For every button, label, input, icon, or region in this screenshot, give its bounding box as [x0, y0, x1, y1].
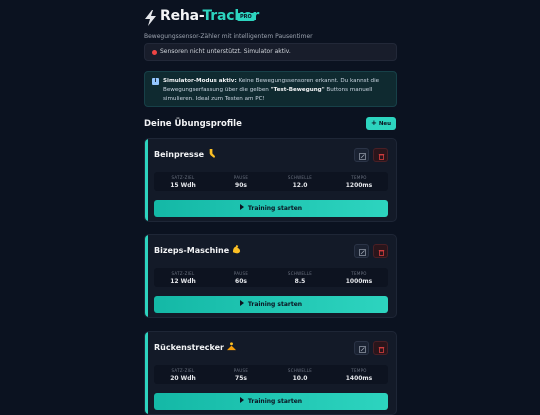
profile-name: Bizeps-Maschine — [154, 245, 241, 255]
profile-stats: SATZ-ZIEL 20 Wdh PAUSE 75s SCHWELLE 10.0 TE… — [154, 365, 388, 384]
profile-card: Rückenstrecker SATZ-ZIEL 20 Wdh PAUSE 75s … — [144, 331, 397, 415]
start-training-button[interactable]: Training starten — [154, 200, 388, 217]
delete-profile-button[interactable] — [373, 341, 388, 355]
stat-value: 12.0 — [292, 182, 308, 189]
sensor-alert: Sensoren nicht unterstützt. Simulator ak… — [144, 43, 397, 61]
stat-threshold: SCHWELLE 8.5 — [271, 271, 329, 285]
stat-pause: PAUSE 75s — [212, 368, 270, 382]
stat-label: SCHWELLE — [287, 271, 313, 276]
stat-label: PAUSE — [233, 175, 249, 180]
status-dot-icon — [152, 50, 157, 55]
edit-profile-button[interactable] — [354, 148, 369, 162]
plus-icon: + — [370, 119, 377, 127]
flexed-biceps-icon — [233, 245, 241, 254]
start-training-button[interactable]: Training starten — [154, 393, 388, 410]
stat-value: 12 Wdh — [170, 278, 196, 285]
person-lotus-icon — [227, 342, 236, 351]
profiles-section-title: Deine Übungsprofile — [144, 119, 242, 129]
simulator-info-text: Simulator-Modus aktiv: Keine Bewegungsse… — [163, 78, 380, 102]
stat-value: 20 Wdh — [170, 375, 196, 382]
stat-pause: PAUSE 90s — [212, 175, 270, 189]
play-icon — [239, 300, 244, 306]
stat-label: PAUSE — [233, 271, 249, 276]
new-profile-button[interactable]: + Neu — [366, 117, 396, 130]
pencil-icon — [359, 345, 366, 353]
stat-value: 1200ms — [345, 182, 373, 189]
stat-value: 10.0 — [292, 375, 308, 382]
lightning-icon — [145, 10, 156, 26]
stat-label: PAUSE — [233, 368, 249, 373]
profile-stats: SATZ-ZIEL 15 Wdh PAUSE 90s SCHWELLE 12.0 TE… — [154, 172, 388, 191]
stat-sets: SATZ-ZIEL 12 Wdh — [154, 271, 212, 285]
profile-stats: SATZ-ZIEL 12 Wdh PAUSE 60s SCHWELLE 8.5 TEM… — [154, 268, 388, 287]
stat-value: 1000ms — [345, 278, 373, 285]
pencil-icon — [359, 248, 366, 256]
stat-sets: SATZ-ZIEL 20 Wdh — [154, 368, 212, 382]
card-accent-edge — [145, 332, 148, 414]
stat-label: SATZ-ZIEL — [171, 271, 195, 276]
play-icon — [239, 204, 244, 210]
leg-icon — [209, 149, 216, 158]
trash-icon — [378, 153, 385, 160]
stat-label: TEMPO — [351, 368, 367, 373]
stat-value: 75s — [235, 375, 247, 382]
delete-profile-button[interactable] — [373, 244, 388, 258]
start-training-button[interactable]: Training starten — [154, 296, 388, 313]
stat-label: TEMPO — [351, 271, 367, 276]
stat-value: 8.5 — [294, 278, 306, 285]
stat-tempo: TEMPO 1200ms — [330, 175, 388, 189]
stat-sets: SATZ-ZIEL 15 Wdh — [154, 175, 212, 189]
stat-threshold: SCHWELLE 12.0 — [271, 175, 329, 189]
delete-profile-button[interactable] — [373, 148, 388, 162]
stat-value: 90s — [235, 182, 247, 189]
card-accent-edge — [145, 235, 148, 317]
trash-icon — [378, 346, 385, 353]
simulator-info-box: i Simulator-Modus aktiv: Keine Bewegungs… — [144, 71, 397, 107]
pro-badge: PRO — [237, 13, 255, 21]
stat-label: SCHWELLE — [287, 368, 313, 373]
stat-threshold: SCHWELLE 10.0 — [271, 368, 329, 382]
profile-name: Rückenstrecker — [154, 342, 236, 352]
card-accent-edge — [145, 139, 148, 221]
pencil-icon — [359, 152, 366, 160]
stat-value: 60s — [235, 278, 247, 285]
app-header: Reha-Tracker PRO Bewegungssensor-Zähler … — [144, 8, 397, 40]
info-icon: i — [152, 78, 159, 85]
profile-card: Beinpresse SATZ-ZIEL 15 Wdh PAUSE 90s SCHW… — [144, 138, 397, 222]
edit-profile-button[interactable] — [354, 244, 369, 258]
stat-value: 1400ms — [345, 375, 373, 382]
stat-label: SATZ-ZIEL — [171, 368, 195, 373]
stat-value: 15 Wdh — [170, 182, 196, 189]
play-icon — [239, 397, 244, 403]
profile-name: Beinpresse — [154, 149, 216, 159]
stat-label: TEMPO — [351, 175, 367, 180]
sensor-alert-text: Sensoren nicht unterstützt. Simulator ak… — [160, 48, 291, 55]
stat-pause: PAUSE 60s — [212, 271, 270, 285]
trash-icon — [378, 249, 385, 256]
stat-tempo: TEMPO 1400ms — [330, 368, 388, 382]
stat-tempo: TEMPO 1000ms — [330, 271, 388, 285]
edit-profile-button[interactable] — [354, 341, 369, 355]
profile-card: Bizeps-Maschine SATZ-ZIEL 12 Wdh PAUSE 60s… — [144, 234, 397, 318]
app-subtitle: Bewegungssensor-Zähler mit intelligentem… — [144, 33, 313, 40]
stat-label: SCHWELLE — [287, 175, 313, 180]
stat-label: SATZ-ZIEL — [171, 175, 195, 180]
